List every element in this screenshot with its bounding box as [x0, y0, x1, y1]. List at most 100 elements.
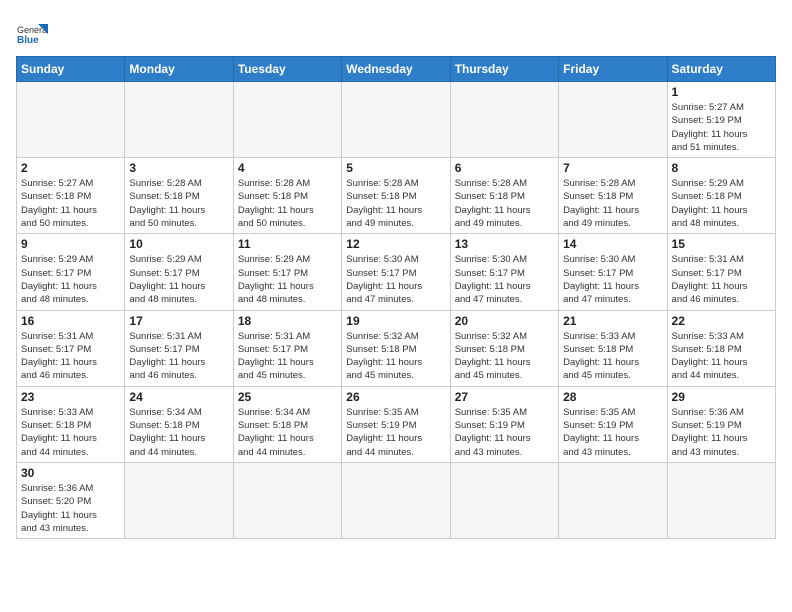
calendar-cell: 13Sunrise: 5:30 AMSunset: 5:17 PMDayligh… — [450, 234, 558, 310]
day-info: Sunrise: 5:36 AMSunset: 5:19 PMDaylight:… — [672, 406, 771, 459]
calendar-cell: 7Sunrise: 5:28 AMSunset: 5:18 PMDaylight… — [559, 158, 667, 234]
day-number: 27 — [455, 390, 554, 404]
calendar-cell: 23 Sunrise: 5:33 AMSunset: 5:18 PMDayligh… — [17, 386, 125, 462]
calendar-cell — [342, 82, 450, 158]
weekday-header-saturday: Saturday — [667, 57, 775, 82]
calendar-cell: 12 Sunrise: 5:30 AMSunset: 5:17 PMDayligh… — [342, 234, 450, 310]
day-info: Sunrise: 5:30 AMSunset: 5:17 PMDaylight:… — [346, 253, 445, 306]
calendar-cell — [342, 462, 450, 538]
day-info: Sunrise: 5:27 AMSunset: 5:18 PMDaylight:… — [21, 177, 120, 230]
weekday-header-tuesday: Tuesday — [233, 57, 341, 82]
day-info: Sunrise: 5:36 AMSunset: 5:20 PMDaylight:… — [21, 482, 120, 535]
day-number: 24 — [129, 390, 228, 404]
calendar-cell: 10 Sunrise: 5:29 AMSunset: 5:17 PMDayligh… — [125, 234, 233, 310]
calendar-cell: 9Sunrise: 5:29 AMSunset: 5:17 PMDaylight… — [17, 234, 125, 310]
day-number: 21 — [563, 314, 662, 328]
calendar-cell: 15 Sunrise: 5:31 AMSunset: 5:17 PMDayligh… — [667, 234, 775, 310]
calendar-cell — [450, 462, 558, 538]
calendar-cell: 4 Sunrise: 5:28 AMSunset: 5:18 PMDaylight… — [233, 158, 341, 234]
day-number: 14 — [563, 237, 662, 251]
calendar-cell: 27 Sunrise: 5:35 AMSunset: 5:19 PMDayligh… — [450, 386, 558, 462]
calendar-cell — [667, 462, 775, 538]
day-number: 3 — [129, 161, 228, 175]
day-number: 7 — [563, 161, 662, 175]
day-info: Sunrise: 5:33 AMSunset: 5:18 PMDaylight:… — [21, 406, 120, 459]
day-number: 12 — [346, 237, 445, 251]
calendar-cell: 19 Sunrise: 5:32 AMSunset: 5:18 PMDayligh… — [342, 310, 450, 386]
week-row-5: 23 Sunrise: 5:33 AMSunset: 5:18 PMDayligh… — [17, 386, 776, 462]
calendar-cell: 24 Sunrise: 5:34 AMSunset: 5:18 PMDayligh… — [125, 386, 233, 462]
weekday-header-thursday: Thursday — [450, 57, 558, 82]
day-info: Sunrise: 5:35 AMSunset: 5:19 PMDaylight:… — [563, 406, 662, 459]
calendar-cell: 26Sunrise: 5:35 AMSunset: 5:19 PMDayligh… — [342, 386, 450, 462]
calendar-cell: 25 Sunrise: 5:34 AMSunset: 5:18 PMDayligh… — [233, 386, 341, 462]
calendar-cell — [17, 82, 125, 158]
calendar-cell: 17 Sunrise: 5:31 AMSunset: 5:17 PMDayligh… — [125, 310, 233, 386]
day-number: 26 — [346, 390, 445, 404]
day-number: 6 — [455, 161, 554, 175]
day-number: 16 — [21, 314, 120, 328]
day-info: Sunrise: 5:34 AMSunset: 5:18 PMDaylight:… — [129, 406, 228, 459]
day-number: 17 — [129, 314, 228, 328]
calendar-cell — [559, 462, 667, 538]
week-row-3: 9 Sunrise: 5:29 AMSunset: 5:17 PMDaylight… — [17, 234, 776, 310]
calendar-cell — [125, 462, 233, 538]
day-number: 15 — [672, 237, 771, 251]
svg-text:Blue: Blue — [17, 35, 39, 46]
calendar-cell: 28 Sunrise: 5:35 AMSunset: 5:19 PMDayligh… — [559, 386, 667, 462]
day-number: 28 — [563, 390, 662, 404]
day-info: Sunrise: 5:35 AMSunset: 5:19 PMDaylight:… — [455, 406, 554, 459]
day-number: 29 — [672, 390, 771, 404]
calendar-cell: 20 Sunrise: 5:32 AMSunset: 5:18 PMDayligh… — [450, 310, 558, 386]
calendar-cell — [450, 82, 558, 158]
day-number: 1 — [672, 85, 771, 99]
day-info: Sunrise: 5:28 AMSunset: 5:18 PMDaylight:… — [346, 177, 445, 230]
calendar-cell: 3Sunrise: 5:28 AMSunset: 5:18 PMDaylight… — [125, 158, 233, 234]
day-number: 2 — [21, 161, 120, 175]
day-number: 11 — [238, 237, 337, 251]
weekday-header-wednesday: Wednesday — [342, 57, 450, 82]
day-info: Sunrise: 5:34 AMSunset: 5:18 PMDaylight:… — [238, 406, 337, 459]
calendar-cell — [233, 82, 341, 158]
day-number: 8 — [672, 161, 771, 175]
day-info: Sunrise: 5:27 AMSunset: 5:19 PMDaylight:… — [672, 101, 771, 154]
calendar-cell: 1 Sunrise: 5:27 AMSunset: 5:19 PMDaylight… — [667, 82, 775, 158]
day-info: Sunrise: 5:31 AMSunset: 5:17 PMDaylight:… — [672, 253, 771, 306]
day-info: Sunrise: 5:30 AMSunset: 5:17 PMDaylight:… — [455, 253, 554, 306]
calendar-cell: 11Sunrise: 5:29 AMSunset: 5:17 PMDayligh… — [233, 234, 341, 310]
calendar-cell: 6 Sunrise: 5:28 AMSunset: 5:18 PMDaylight… — [450, 158, 558, 234]
day-info: Sunrise: 5:29 AMSunset: 5:17 PMDaylight:… — [129, 253, 228, 306]
logo: General Blue — [16, 20, 48, 48]
calendar-cell: 2 Sunrise: 5:27 AMSunset: 5:18 PMDaylight… — [17, 158, 125, 234]
day-number: 4 — [238, 161, 337, 175]
calendar-cell: 16 Sunrise: 5:31 AMSunset: 5:17 PMDayligh… — [17, 310, 125, 386]
calendar-cell: 14Sunrise: 5:30 AMSunset: 5:17 PMDayligh… — [559, 234, 667, 310]
calendar-cell: 18Sunrise: 5:31 AMSunset: 5:17 PMDayligh… — [233, 310, 341, 386]
day-info: Sunrise: 5:28 AMSunset: 5:18 PMDaylight:… — [238, 177, 337, 230]
day-number: 25 — [238, 390, 337, 404]
calendar-cell: 8Sunrise: 5:29 AMSunset: 5:18 PMDaylight… — [667, 158, 775, 234]
day-number: 18 — [238, 314, 337, 328]
day-number: 9 — [21, 237, 120, 251]
day-number: 22 — [672, 314, 771, 328]
day-info: Sunrise: 5:33 AMSunset: 5:18 PMDaylight:… — [563, 330, 662, 383]
calendar-cell: 30Sunrise: 5:36 AMSunset: 5:20 PMDayligh… — [17, 462, 125, 538]
day-info: Sunrise: 5:28 AMSunset: 5:18 PMDaylight:… — [455, 177, 554, 230]
week-row-2: 2 Sunrise: 5:27 AMSunset: 5:18 PMDaylight… — [17, 158, 776, 234]
day-number: 19 — [346, 314, 445, 328]
calendar-cell: 29 Sunrise: 5:36 AMSunset: 5:19 PMDayligh… — [667, 386, 775, 462]
day-info: Sunrise: 5:31 AMSunset: 5:17 PMDaylight:… — [129, 330, 228, 383]
week-row-4: 16 Sunrise: 5:31 AMSunset: 5:17 PMDayligh… — [17, 310, 776, 386]
calendar-cell — [125, 82, 233, 158]
weekday-header-monday: Monday — [125, 57, 233, 82]
day-info: Sunrise: 5:31 AMSunset: 5:17 PMDaylight:… — [21, 330, 120, 383]
day-number: 20 — [455, 314, 554, 328]
calendar-cell: 5 Sunrise: 5:28 AMSunset: 5:18 PMDaylight… — [342, 158, 450, 234]
day-number: 10 — [129, 237, 228, 251]
day-number: 23 — [21, 390, 120, 404]
day-info: Sunrise: 5:32 AMSunset: 5:18 PMDaylight:… — [455, 330, 554, 383]
calendar-cell — [559, 82, 667, 158]
day-info: Sunrise: 5:32 AMSunset: 5:18 PMDaylight:… — [346, 330, 445, 383]
week-row-6: 30Sunrise: 5:36 AMSunset: 5:20 PMDayligh… — [17, 462, 776, 538]
day-number: 5 — [346, 161, 445, 175]
